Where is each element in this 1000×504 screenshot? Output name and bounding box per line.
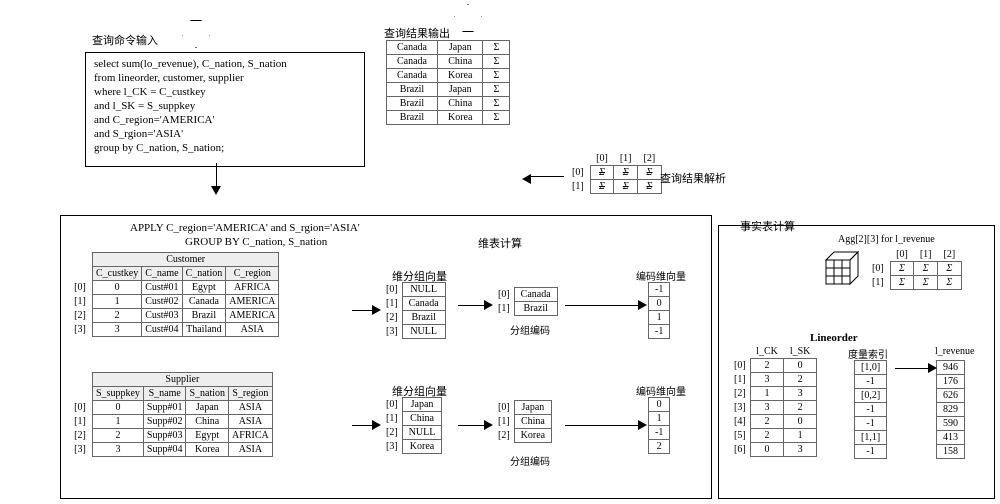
sql-line: select sum(lo_revenue), C_nation, S_nati…: [94, 57, 356, 71]
groupcode-c: [0]Canada [1]Brazil: [492, 287, 558, 316]
agg-title: Agg[2][3] for l_revenue: [838, 234, 935, 245]
codevec-s-label: 编码维向量: [636, 383, 686, 398]
groupcode-s-label: 分组编码: [510, 453, 550, 468]
lineorder-title: Lineorder: [810, 332, 858, 344]
codevec-c: -1 0 1 -1: [648, 282, 670, 339]
dimvec-s: [0]Japan [1]China [2]NULL [3]Korea: [380, 397, 442, 454]
measure-index-label: 度量索引: [848, 346, 888, 361]
measure-index-col: [1,0] -1 [0,2] -1 -1 [1,1] -1: [854, 360, 887, 459]
agg-matrix: [0][1][2] [0]ΣΣΣ [1]ΣΣΣ: [866, 248, 962, 290]
parse-matrix: [0][1][2] [0]ΣΣΣ [1]ΣΣΣ: [566, 152, 662, 194]
query-input-label: 查询命令输入: [92, 32, 158, 48]
sql-line: and l_SK = S_suppkey: [94, 99, 356, 113]
dim-calc-label: 维表计算: [478, 235, 522, 251]
sql-line: from lineorder, customer, supplier: [94, 71, 356, 85]
cube-icon: [822, 248, 862, 288]
sql-line: and S_rgion='ASIA': [94, 127, 356, 141]
fact-calc-label: 事实表计算: [740, 218, 795, 234]
supplier-table: Supplier S_suppkeyS_nameS_nationS_region…: [68, 372, 273, 457]
dimvec-c: [0]NULL [1]Canada [2]Brazil [3]NULL: [380, 282, 446, 339]
codevec-s: 0 1 -1 2: [648, 397, 670, 454]
sql-line: and C_region='AMERICA': [94, 113, 356, 127]
result-parse-label: 查询结果解析: [660, 170, 726, 186]
output-table: CanadaJapanΣ CanadaChinaΣ CanadaKoreaΣ B…: [386, 40, 510, 125]
revenue-header: l_revenue: [935, 346, 974, 357]
lineorder-table: l_CKl_SK [0]20 [1]32 [2]13 [3]32 [4]20 […: [728, 345, 817, 457]
apply-label: APPLY C_region='AMERICA' and S_rgion='AS…: [130, 222, 360, 234]
input-arrow-icon: [182, 20, 210, 48]
codevec-c-label: 编码维向量: [636, 268, 686, 283]
sql-line: where l_CK = C_custkey: [94, 85, 356, 99]
result-output-label: 查询结果输出: [384, 25, 450, 41]
groupby-label: GROUP BY C_nation, S_nation: [185, 236, 327, 248]
customer-table: Customer C_custkeyC_nameC_nationC_region…: [68, 252, 279, 337]
sql-line: group by C_nation, S_nation;: [94, 141, 356, 155]
groupcode-c-label: 分组编码: [510, 322, 550, 337]
output-arrow-icon: [454, 4, 482, 32]
sql-query-box: select sum(lo_revenue), C_nation, S_nati…: [85, 52, 365, 167]
revenue-col: 946 176 626 829 590 413 158: [936, 360, 965, 459]
groupcode-s: [0]Japan [1]China [2]Korea: [492, 400, 552, 443]
